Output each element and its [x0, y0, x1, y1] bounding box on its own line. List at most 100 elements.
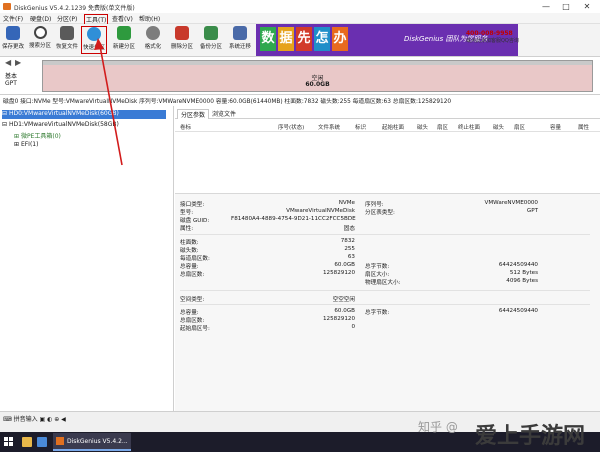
free-space-top [43, 61, 592, 65]
tree-item-hd0[interactable]: ⊟ HD0:VMwareVirtualNVMeDisk(60GB) [2, 110, 166, 119]
col-header[interactable]: 磁头 [493, 123, 504, 131]
menu-disk[interactable]: 硬盘(D) [30, 14, 51, 23]
col-header[interactable]: 扇区 [437, 123, 448, 131]
quick-partition-button[interactable]: 快速分区 [81, 26, 107, 54]
quick-partition-icon [87, 27, 101, 41]
pstyle-label: 分区表类型: [365, 210, 395, 216]
free-bytes-label: 总字节数: [365, 310, 390, 316]
explorer-icon[interactable] [22, 437, 32, 447]
new-partition-button[interactable]: 新建分区 [111, 26, 137, 54]
free-bytes-value: 64424509440 [498, 308, 538, 314]
format-label: 格式化 [144, 44, 162, 50]
taskbar-app-diskgenius[interactable]: DiskGenius V5.4.2... [53, 433, 131, 451]
col-header[interactable]: 扇区 [514, 123, 525, 131]
tree-item-efi-label: EFI(1) [20, 141, 39, 148]
disk-nav: ◀ ▶ 基本 GPT [3, 58, 39, 90]
system-migrate-label: 系统迁移 [228, 44, 251, 50]
expand-icon[interactable]: ⊟ [2, 110, 9, 117]
tree-item-wepe[interactable]: ⊞ 微PE工具箱(0) [14, 131, 61, 140]
partition-scheme-label: GPT [5, 80, 17, 87]
save-changes-label: 保存更改 [1, 44, 24, 50]
attr-value: 固态 [343, 226, 355, 232]
migrate-icon [233, 26, 247, 40]
col-header[interactable]: 起始柱面 [382, 123, 404, 131]
col-header[interactable]: 标识 [355, 123, 366, 131]
window-title: DiskGenius V5.4.2.1239 免费版(单文件版) [14, 5, 135, 12]
model-value: VMwareVirtualNVMeDisk [286, 208, 355, 214]
col-header[interactable]: 序号(状态) [278, 123, 304, 131]
cap-value: 60.0GB [334, 262, 355, 268]
site-watermark: 爱上手游网 [475, 424, 586, 449]
delete-icon [175, 26, 189, 40]
heads-label: 磁头数: [180, 248, 199, 254]
spt-value: 63 [347, 254, 355, 260]
free-space-block[interactable]: 空闲 60.0GB [42, 60, 593, 92]
col-header[interactable]: 容量 [550, 123, 561, 131]
backup-partition-button[interactable]: 备份分区 [198, 26, 224, 54]
psz-label: 物理扇区大小: [365, 280, 401, 286]
col-header[interactable]: 属性 [578, 123, 589, 131]
tab-partition-params[interactable]: 分区参数 [177, 109, 210, 119]
model-label: 型号: [180, 210, 194, 216]
cyl-value: 7832 [340, 238, 355, 244]
format-icon [146, 26, 160, 40]
tree-item-wepe-label: 微PE工具箱(0) [20, 133, 61, 140]
banner-contact[interactable]: 400-008-9958 或点此添加客服QQ咨询 [466, 30, 519, 52]
serial-value: VMWareNVME0000 [484, 200, 538, 206]
banner-tile-2: 据 [278, 27, 294, 51]
banner-phone: 400-008-9958 [466, 30, 513, 37]
tree-item-hd1[interactable]: ⊟ HD1:VMwareVirtualNVMeDisk(58GB) [2, 121, 119, 128]
banner-tile-5: 办 [332, 27, 348, 51]
start-button[interactable] [4, 437, 14, 447]
col-header[interactable]: 终止柱面 [458, 123, 480, 131]
prev-disk-icon[interactable]: ◀ [5, 58, 11, 67]
partition-table-header: 卷标 序号(状态) 文件系统 标识 起始柱面 磁头 扇区 终止柱面 磁头 扇区 … [175, 121, 600, 132]
menu-view[interactable]: 查看(V) [112, 14, 133, 23]
ssz-value: 512 Bytes [509, 270, 538, 276]
sect-value: 125829120 [322, 270, 355, 276]
start-sector-value: 0 [351, 324, 355, 330]
minimize-button[interactable]: — [536, 1, 556, 12]
search-partition-button[interactable]: 搜索分区 [27, 26, 53, 54]
delete-partition-button[interactable]: 删除分区 [169, 26, 195, 54]
free-cap-label: 总容量: [180, 310, 199, 316]
free-type-value: 空空空闲 [332, 297, 355, 303]
system-migrate-button[interactable]: 系统迁移 [227, 26, 253, 54]
next-disk-icon[interactable]: ▶ [15, 58, 21, 67]
tree-item-hd0-label: HD0:VMwareVirtualNVMeDisk(60GB) [8, 110, 119, 117]
tree-item-hd1-label: HD1:VMwareVirtualNVMeDisk(58GB) [8, 121, 119, 128]
attr-label: 属性: [180, 226, 194, 232]
panel-tabs: 分区参数 浏览文件 [175, 108, 600, 119]
col-header[interactable]: 文件系统 [318, 123, 340, 131]
guid-value: F81480A4-4889-4754-9D21-11CC2FCC5BDE [231, 216, 356, 222]
ime-status: ⌨ 拼音输入 ▣ ◐ ⊕ ◀ [3, 416, 66, 423]
disk-type-label: 基本 [5, 73, 18, 80]
detail-separator [180, 290, 590, 291]
partition-icon: ⊞ [14, 141, 21, 148]
col-header[interactable]: 卷标 [180, 123, 191, 131]
tree-item-efi[interactable]: ⊞ EFI(1) [14, 141, 38, 148]
expand-icon[interactable]: ⊟ [2, 121, 9, 128]
save-changes-button[interactable]: 保存更改 [0, 26, 26, 54]
tab-browse-files[interactable]: 浏览文件 [209, 109, 239, 118]
format-button[interactable]: 格式化 [140, 26, 166, 54]
free-sect-label: 总扇区数: [180, 318, 205, 324]
guid-label: 磁盘 GUID: [180, 218, 210, 224]
recover-files-label: 恢复文件 [55, 44, 78, 50]
menu-partition[interactable]: 分区(P) [57, 14, 77, 23]
backup-icon [204, 26, 218, 40]
free-type-label: 空间类型: [180, 297, 205, 303]
close-button[interactable]: ✕ [577, 1, 597, 12]
maximize-button[interactable]: □ [556, 1, 576, 12]
menu-help[interactable]: 帮助(H) [139, 14, 160, 23]
sect-label: 总扇区数: [180, 272, 205, 278]
app-logo-icon [3, 3, 11, 10]
menu-file[interactable]: 文件(F) [3, 14, 23, 23]
backup-partition-label: 备份分区 [199, 44, 222, 50]
col-header[interactable]: 磁头 [417, 123, 428, 131]
banner-tile-1: 数 [260, 27, 276, 51]
diskgenius-icon [56, 437, 64, 445]
browser-icon[interactable] [37, 437, 47, 447]
recover-files-button[interactable]: 恢复文件 [54, 26, 80, 54]
spt-label: 每道扇区数: [180, 256, 210, 262]
